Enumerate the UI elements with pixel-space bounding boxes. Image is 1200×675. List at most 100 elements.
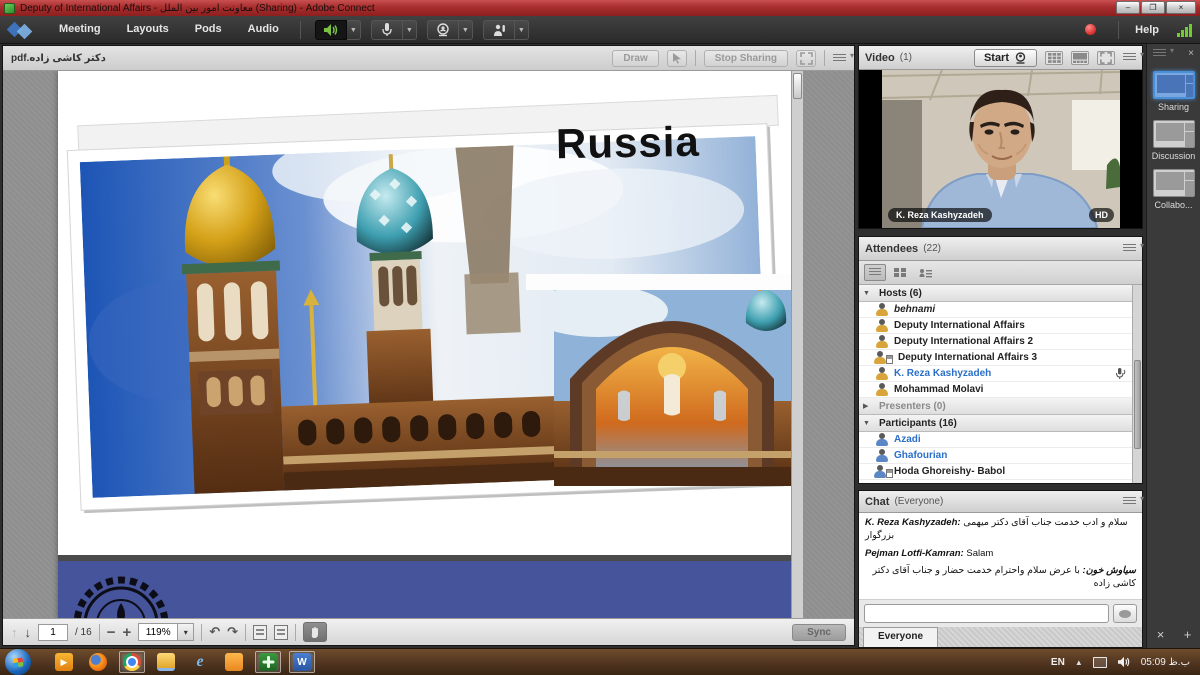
layout-bar-close-icon[interactable]: × bbox=[1188, 48, 1194, 59]
pan-tool-button[interactable] bbox=[303, 622, 327, 642]
layout-discussion[interactable]: Discussion bbox=[1147, 120, 1200, 161]
page-number-input[interactable] bbox=[38, 624, 68, 641]
chat-pod-menu-icon[interactable] bbox=[1123, 497, 1136, 506]
webcam-icon bbox=[1014, 52, 1027, 64]
add-layout-icon[interactable]: + bbox=[1184, 627, 1192, 642]
previous-page-button[interactable]: ↑ bbox=[11, 625, 18, 640]
help-menu[interactable]: Help bbox=[1135, 24, 1159, 36]
pointer-tool-button[interactable] bbox=[667, 50, 687, 67]
layout-sharing[interactable]: Sharing bbox=[1147, 71, 1200, 112]
connection-status-icon[interactable] bbox=[1177, 23, 1192, 37]
close-button[interactable]: × bbox=[1166, 1, 1196, 14]
webcam-dropdown[interactable]: ▼ bbox=[459, 20, 473, 40]
zoom-dropdown-icon[interactable]: ▾ bbox=[178, 623, 194, 641]
video-pod-menu-icon[interactable] bbox=[1123, 53, 1136, 62]
fullscreen-icon[interactable] bbox=[796, 50, 816, 67]
send-message-button[interactable] bbox=[1113, 604, 1137, 623]
attendees-pod-menu-icon[interactable] bbox=[1123, 244, 1136, 253]
layout-label: Sharing bbox=[1147, 102, 1200, 112]
zoom-out-button[interactable]: − bbox=[107, 624, 116, 641]
chat-tab-everyone[interactable]: Everyone bbox=[863, 627, 938, 647]
attendee-row[interactable]: Mohammad Molavi bbox=[859, 382, 1132, 398]
hidden-icons-arrow[interactable]: ▲ bbox=[1075, 658, 1083, 667]
speaker-button[interactable]: ▼ bbox=[315, 20, 361, 40]
chrome-icon[interactable] bbox=[119, 651, 145, 673]
stop-sharing-button[interactable]: Stop Sharing bbox=[704, 50, 788, 67]
shared-file-name: دکتر کاشی زاده.pdf bbox=[11, 53, 106, 64]
draw-button[interactable]: Draw bbox=[612, 50, 658, 67]
microphone-icon[interactable] bbox=[371, 20, 403, 40]
layout-thumbnail-icon bbox=[1153, 120, 1195, 148]
raise-hand-dropdown[interactable]: ▼ bbox=[515, 20, 529, 40]
chat-input[interactable] bbox=[864, 604, 1109, 623]
internet-explorer-icon[interactable]: e bbox=[187, 651, 213, 673]
microphone-active-icon bbox=[1114, 449, 1128, 462]
share-pod-menu-icon[interactable] bbox=[833, 54, 846, 63]
media-player-icon[interactable]: ▶ bbox=[51, 651, 77, 673]
attendee-status-view-icon[interactable] bbox=[914, 264, 936, 281]
zoom-level-input[interactable] bbox=[138, 623, 178, 641]
menu-audio[interactable]: Audio bbox=[235, 16, 292, 43]
webcam-icon[interactable] bbox=[427, 20, 459, 40]
chat-tab-bar: Everyone bbox=[859, 627, 1142, 647]
speaker-icon[interactable] bbox=[315, 20, 347, 40]
layout-collaboration[interactable]: Collabo... bbox=[1147, 169, 1200, 210]
zoom-in-button[interactable]: + bbox=[122, 624, 131, 641]
zoom-level-select[interactable]: ▾ bbox=[138, 623, 194, 641]
speaker-dropdown[interactable]: ▼ bbox=[347, 20, 361, 40]
start-button[interactable] bbox=[5, 649, 31, 675]
attendee-row[interactable]: ▶ Presenters (0) bbox=[859, 398, 1132, 415]
attendee-row[interactable]: Deputy International Affairs 2 bbox=[859, 334, 1132, 350]
menu-pods[interactable]: Pods bbox=[182, 16, 235, 43]
attendee-row[interactable]: behnami bbox=[859, 302, 1132, 318]
clock[interactable]: ب.ظ 05:09 bbox=[1141, 657, 1190, 668]
minimize-button[interactable]: – bbox=[1116, 1, 1140, 14]
file-explorer-icon[interactable] bbox=[153, 651, 179, 673]
attendee-row[interactable]: Ghafourian bbox=[859, 448, 1132, 464]
document-viewer[interactable]: Russia bbox=[3, 71, 854, 620]
notes-icon[interactable] bbox=[221, 651, 247, 673]
microphone-dropdown[interactable]: ▼ bbox=[403, 20, 417, 40]
firefox-icon[interactable] bbox=[85, 651, 111, 673]
attendee-row[interactable]: Deputy International Affairs bbox=[859, 318, 1132, 334]
webcam-button[interactable]: ▼ bbox=[427, 20, 473, 40]
microphone-button[interactable]: ▼ bbox=[371, 20, 417, 40]
attendee-grid-view-icon[interactable] bbox=[889, 264, 911, 281]
sync-button[interactable]: Sync bbox=[792, 624, 846, 641]
attendee-row[interactable]: K. Reza Kashyzadeh bbox=[859, 366, 1132, 382]
language-indicator[interactable]: EN bbox=[1051, 657, 1065, 668]
next-page-button[interactable]: ↓ bbox=[25, 625, 32, 640]
attendee-row[interactable]: ▼ Participants (16) bbox=[859, 415, 1132, 432]
video-fullscreen-icon[interactable] bbox=[1097, 51, 1115, 65]
fit-page-button[interactable] bbox=[274, 625, 288, 640]
fit-width-button[interactable] bbox=[253, 625, 267, 640]
rotate-right-button[interactable]: ↷ bbox=[227, 624, 238, 640]
word-icon[interactable]: W bbox=[289, 651, 315, 673]
attendees-scrollbar[interactable] bbox=[1132, 285, 1142, 483]
attendees-scrollbar-thumb[interactable] bbox=[1134, 360, 1141, 449]
attendee-row[interactable]: Hoda Ghoreishy- Babol bbox=[859, 464, 1132, 480]
attendee-row[interactable]: Azadi bbox=[859, 432, 1132, 448]
menu-layouts[interactable]: Layouts bbox=[114, 16, 182, 43]
volume-tray-icon[interactable] bbox=[1117, 656, 1131, 668]
filmstrip-view-icon[interactable] bbox=[1071, 51, 1089, 65]
raise-hand-icon[interactable] bbox=[483, 20, 515, 40]
viewer-scrollbar[interactable] bbox=[791, 71, 803, 620]
attendee-row[interactable]: Deputy International Affairs 3 bbox=[859, 350, 1132, 366]
manage-layouts-icon[interactable]: × bbox=[1157, 627, 1165, 642]
share-pod-header: دکتر کاشی زاده.pdf Draw Stop Sharing bbox=[3, 46, 854, 71]
attendee-list-view-icon[interactable] bbox=[864, 264, 886, 281]
start-webcam-button[interactable]: Start bbox=[974, 49, 1037, 67]
adobe-connect-icon[interactable] bbox=[255, 651, 281, 673]
maximize-button[interactable]: ❐ bbox=[1141, 1, 1165, 14]
rotate-left-button[interactable]: ↶ bbox=[209, 624, 220, 640]
video-pod: Video (1) Start bbox=[858, 45, 1143, 229]
viewer-scrollbar-thumb[interactable] bbox=[793, 73, 802, 99]
menu-meeting[interactable]: Meeting bbox=[46, 16, 114, 43]
grid-view-icon[interactable] bbox=[1045, 51, 1063, 65]
chat-pod: Chat (Everyone) K. Reza Kashyzadeh: سلام… bbox=[858, 490, 1143, 648]
layout-bar-menu-icon[interactable] bbox=[1153, 49, 1166, 58]
display-tray-icon[interactable] bbox=[1093, 657, 1107, 668]
attendee-row[interactable]: ▼ Hosts (6) bbox=[859, 285, 1132, 302]
raise-hand-button[interactable]: ▼ bbox=[483, 20, 529, 40]
